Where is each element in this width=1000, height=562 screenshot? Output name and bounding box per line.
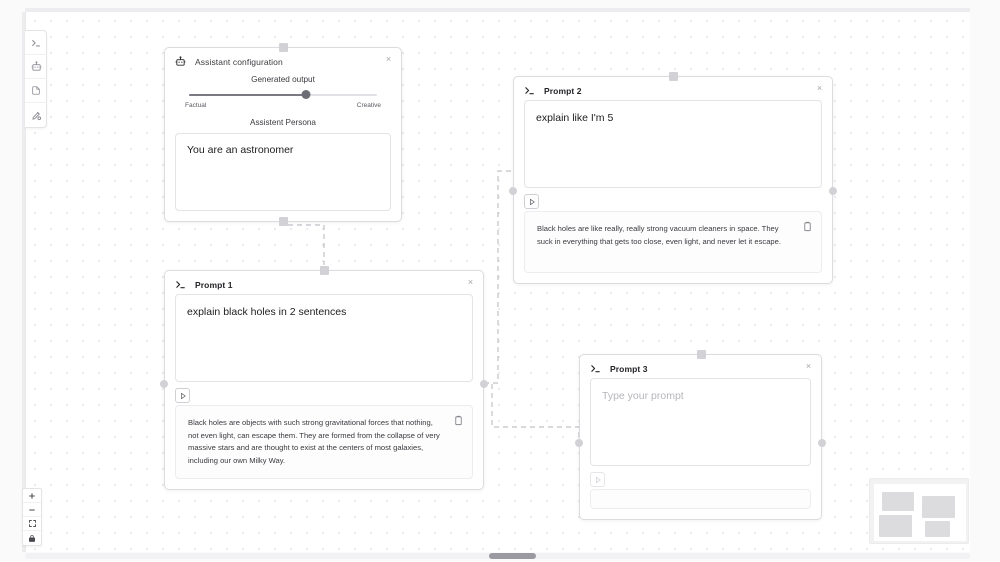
- minimap-viewport: [874, 484, 966, 541]
- node-handle-right[interactable]: [818, 439, 826, 447]
- node-body: explain black holes in 2 sentences Black…: [165, 294, 483, 489]
- node-body: Generated output Factual Creative Assist…: [165, 75, 401, 221]
- edge-prompt1-to-prompt3: [484, 382, 593, 439]
- node-handle-top[interactable]: [320, 266, 329, 275]
- minimap-node: [879, 515, 912, 537]
- persona-label: Assistent Persona: [250, 118, 316, 127]
- prompt-input[interactable]: explain like I'm 5: [524, 100, 822, 188]
- slider-min-label: Factual: [185, 102, 207, 109]
- flow-canvas[interactable]: Assistant configuration × Generated outp…: [25, 12, 970, 552]
- robot-icon: [175, 56, 186, 67]
- run-row: [524, 188, 822, 211]
- close-icon[interactable]: ×: [814, 83, 825, 94]
- run-row: [175, 382, 473, 405]
- node-title: Assistant configuration: [195, 56, 283, 67]
- fit-view-button[interactable]: [23, 517, 41, 531]
- close-icon[interactable]: ×: [383, 54, 394, 65]
- node-body: explain like I'm 5 Black holes are like …: [514, 100, 832, 283]
- minimap[interactable]: [869, 478, 969, 544]
- zoom-out-button[interactable]: [23, 503, 41, 517]
- copy-icon[interactable]: [453, 415, 464, 426]
- slider-max-label: Creative: [356, 102, 381, 109]
- edge-prompt1-to-prompt2: [484, 170, 513, 384]
- node-prompt-2[interactable]: Prompt 2 × explain like I'm 5 Black hole…: [509, 72, 837, 284]
- output-text: Black holes are objects with such strong…: [175, 405, 473, 480]
- node-handle-top[interactable]: [669, 72, 678, 81]
- persona-input[interactable]: You are an astronomer: [175, 133, 391, 211]
- close-icon[interactable]: ×: [803, 361, 814, 372]
- node-handle-left[interactable]: [160, 380, 168, 388]
- node-prompt-3[interactable]: Prompt 3 × Type your prompt: [575, 350, 826, 520]
- slider-end-labels: Factual Creative: [185, 102, 381, 109]
- node-body: Type your prompt: [580, 378, 821, 519]
- zoom-controls[interactable]: [22, 488, 42, 546]
- app-root: Assistant configuration × Generated outp…: [0, 0, 1000, 562]
- run-row: [590, 466, 811, 489]
- node-handle-bottom[interactable]: [279, 217, 288, 226]
- terminal-icon: [175, 279, 186, 290]
- run-button[interactable]: [175, 388, 190, 403]
- minimap-node: [922, 496, 955, 518]
- output-text: [590, 489, 811, 509]
- slider-fill: [189, 94, 306, 96]
- prompt-input[interactable]: explain black holes in 2 sentences: [175, 294, 473, 382]
- slider-knob[interactable]: [301, 90, 311, 99]
- close-icon[interactable]: ×: [465, 277, 476, 288]
- lock-button[interactable]: [23, 531, 41, 545]
- node-handle-left[interactable]: [509, 187, 517, 195]
- terminal-icon: [524, 85, 535, 96]
- tool-document[interactable]: [25, 79, 47, 103]
- output-value: Black holes are like really, really stro…: [537, 224, 781, 246]
- node-title: Prompt 3: [610, 363, 648, 374]
- creativity-slider[interactable]: [189, 90, 377, 100]
- zoom-in-button[interactable]: [23, 489, 41, 503]
- node-prompt-1[interactable]: Prompt 1 × explain black holes in 2 sent…: [160, 266, 488, 491]
- minimap-node: [882, 492, 914, 511]
- node-handle-top[interactable]: [697, 350, 706, 359]
- horizontal-scrollbar-thumb[interactable]: [489, 553, 536, 559]
- node-handle-top[interactable]: [279, 43, 288, 52]
- right-gutter: [970, 0, 1000, 562]
- node-assistant-configuration[interactable]: Assistant configuration × Generated outp…: [164, 43, 402, 226]
- node-handle-right[interactable]: [829, 187, 837, 195]
- node-title: Prompt 2: [544, 85, 582, 96]
- tool-prompt[interactable]: [25, 31, 47, 55]
- tool-assistant[interactable]: [25, 55, 47, 79]
- output-value: Black holes are objects with such strong…: [188, 418, 440, 465]
- slider-label: Generated output: [251, 75, 315, 84]
- output-text: Black holes are like really, really stro…: [524, 211, 822, 273]
- left-tool-palette[interactable]: [25, 30, 47, 128]
- run-button[interactable]: [524, 194, 539, 209]
- terminal-icon: [590, 363, 601, 374]
- minimap-node: [925, 521, 950, 537]
- node-handle-left[interactable]: [575, 439, 583, 447]
- run-button[interactable]: [590, 472, 605, 487]
- node-handle-right[interactable]: [480, 380, 488, 388]
- tool-annotate[interactable]: [25, 103, 47, 127]
- copy-icon[interactable]: [802, 221, 813, 232]
- node-title: Prompt 1: [195, 279, 233, 290]
- prompt-input[interactable]: Type your prompt: [590, 378, 811, 466]
